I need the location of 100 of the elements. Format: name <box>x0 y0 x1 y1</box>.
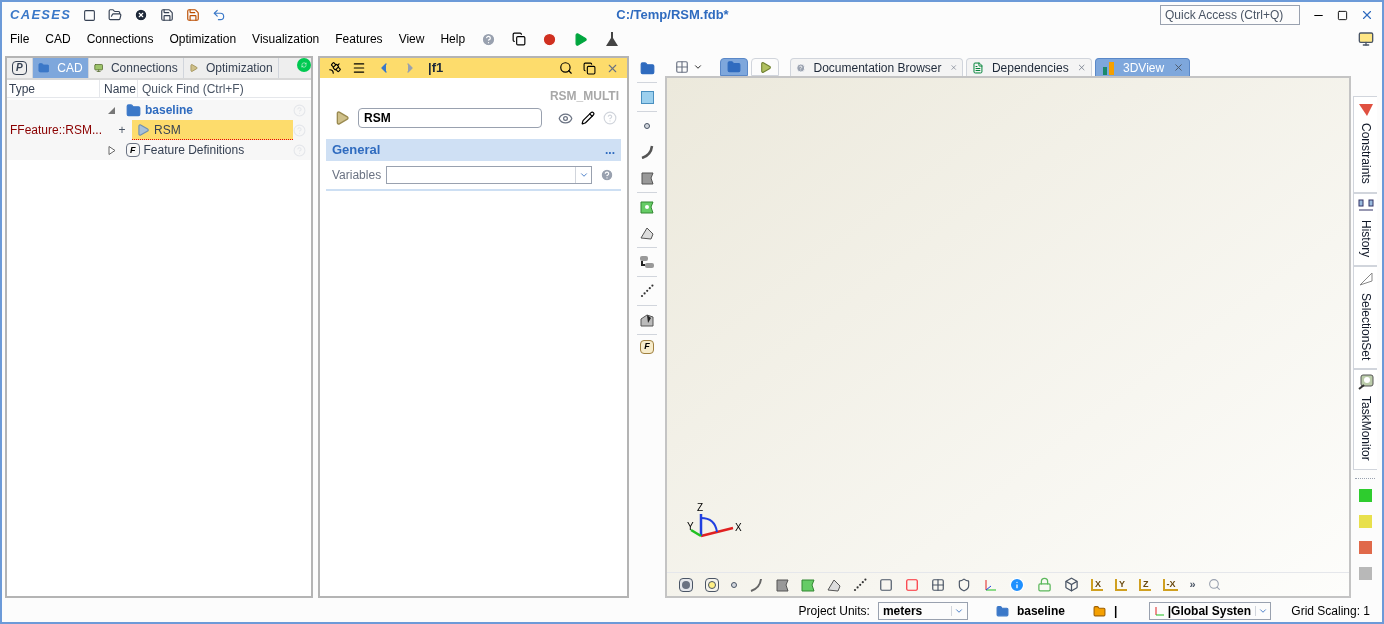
view-axis-button[interactable]: Z <box>1139 578 1151 591</box>
folder-icon <box>37 60 50 76</box>
grid-icon[interactable] <box>931 577 945 592</box>
side-panel-tab[interactable]: TaskMonitor <box>1353 369 1377 471</box>
side-panel-tab[interactable]: SelectionSet <box>1353 266 1377 370</box>
quick-find-field[interactable]: Quick Find (Ctrl+F) <box>138 80 311 97</box>
stop-icon[interactable] <box>542 31 558 47</box>
expander[interactable]: + <box>118 121 126 139</box>
folder-icon[interactable] <box>638 59 656 77</box>
layout-dropdown[interactable] <box>675 58 703 76</box>
open-icon[interactable] <box>108 8 123 22</box>
folder-icon <box>1092 604 1106 618</box>
save-as-icon[interactable] <box>186 8 201 22</box>
chevron-icon <box>578 170 589 180</box>
layout-icon[interactable] <box>83 8 97 22</box>
run-icon[interactable] <box>573 31 589 47</box>
menu-item[interactable]: Help <box>440 30 466 48</box>
project-name: baseline <box>1016 603 1065 620</box>
dotted-line-icon[interactable] <box>638 282 656 300</box>
axes-icon <box>1154 606 1164 616</box>
camera-icon[interactable] <box>1358 31 1374 47</box>
grid-scaling: Grid Scaling: 1 <box>1291 603 1370 620</box>
menu-item[interactable]: View <box>398 30 425 48</box>
letter-icon: F <box>126 143 140 157</box>
overflow-button[interactable]: » <box>1189 576 1196 593</box>
edit-icon[interactable] <box>581 111 595 125</box>
column-header[interactable]: Name <box>100 79 138 98</box>
collapse-arrow-icon[interactable] <box>108 105 116 115</box>
view-axis-button[interactable]: X <box>1091 578 1103 591</box>
expand-arrow-icon[interactable] <box>108 145 116 155</box>
view-mode-icon[interactable] <box>705 577 719 592</box>
color-swatch[interactable] <box>1358 541 1372 555</box>
undo-icon[interactable] <box>212 8 227 22</box>
selection-icon <box>1357 271 1374 288</box>
panel-tab[interactable]: Optimization <box>183 58 279 78</box>
section-off-icon[interactable] <box>905 577 919 592</box>
view-axis-button[interactable]: -X <box>1162 578 1178 591</box>
funnel-icon[interactable] <box>604 31 621 47</box>
eye-icon[interactable] <box>558 110 573 126</box>
menu-item[interactable]: File <box>10 30 30 48</box>
plane-icon[interactable] <box>638 88 656 106</box>
view-tab[interactable]: Dependencies <box>966 58 1092 76</box>
view-mode-icon[interactable] <box>679 577 693 592</box>
section-header[interactable]: General ... <box>326 139 621 161</box>
view-axis-button[interactable]: Y <box>1115 578 1128 591</box>
menu-item[interactable]: Visualization <box>252 30 320 48</box>
surface-icon[interactable] <box>775 577 789 592</box>
satellite-icon[interactable] <box>328 61 342 75</box>
axes-icon[interactable] <box>983 577 997 592</box>
list-icon[interactable] <box>352 61 366 75</box>
cube-icon[interactable] <box>1064 577 1079 592</box>
letter-icon[interactable]: F <box>640 340 654 354</box>
save-icon[interactable] <box>160 8 175 22</box>
surface-icon[interactable] <box>638 169 656 187</box>
point-icon[interactable] <box>731 581 737 588</box>
play-tab[interactable] <box>751 58 779 76</box>
folder-icon <box>727 60 741 74</box>
side-panel-tab[interactable]: History <box>1353 192 1377 267</box>
name-field[interactable]: RSM <box>358 108 542 128</box>
maximize-button[interactable] <box>1337 9 1348 21</box>
color-swatch[interactable] <box>1358 515 1372 529</box>
column-header[interactable]: Type <box>7 79 100 98</box>
shield-icon[interactable] <box>957 577 971 592</box>
view-tab[interactable]: Documentation Browser <box>790 58 963 76</box>
close-button[interactable] <box>1360 8 1374 22</box>
history-icon <box>1357 197 1374 214</box>
coordinate-system-dropdown[interactable]: |Global Systen <box>1149 602 1272 620</box>
grid-icon <box>675 60 689 74</box>
surface-icon[interactable] <box>638 198 656 216</box>
units-dropdown[interactable]: meters <box>877 602 968 620</box>
play-icon <box>758 60 772 74</box>
solid-icon[interactable] <box>827 577 841 592</box>
menu-item[interactable]: Features <box>335 30 383 48</box>
color-swatch[interactable] <box>1358 567 1372 581</box>
panel-tab[interactable]: Connections <box>88 58 184 78</box>
menu-item[interactable]: Connections <box>86 30 154 48</box>
info-icon[interactable] <box>1009 576 1025 593</box>
type-cell-text: FFeature::RSM... <box>9 122 102 139</box>
menu-item[interactable]: Optimization <box>169 30 237 48</box>
menu-item[interactable]: CAD <box>45 30 71 48</box>
page-icon[interactable] <box>583 61 596 75</box>
quick-access-field[interactable]: Quick Access (Ctrl+Q) <box>1160 5 1300 25</box>
variables-dropdown[interactable] <box>386 166 592 184</box>
axis-label: Y <box>687 521 694 532</box>
tree-item[interactable]: RSM <box>132 120 293 140</box>
panel-tab[interactable]: P <box>7 58 33 78</box>
dotted-line-icon[interactable] <box>853 577 867 592</box>
section-icon[interactable] <box>879 577 893 592</box>
side-panel-tab[interactable]: Constraints <box>1353 96 1377 193</box>
shape-icon[interactable] <box>638 311 656 329</box>
close-icon[interactable] <box>134 8 149 22</box>
curve-icon[interactable] <box>749 577 763 592</box>
search-icon[interactable] <box>559 61 573 75</box>
surface-icon[interactable] <box>801 577 815 592</box>
3d-viewport[interactable]: Z Y X X Y Z -X » <box>665 76 1351 598</box>
connector-icon[interactable] <box>638 253 656 271</box>
copy-icon[interactable] <box>512 32 527 46</box>
constraints-icon <box>1357 101 1374 117</box>
folder-name: | <box>1113 603 1118 620</box>
color-swatch[interactable] <box>1358 489 1372 503</box>
